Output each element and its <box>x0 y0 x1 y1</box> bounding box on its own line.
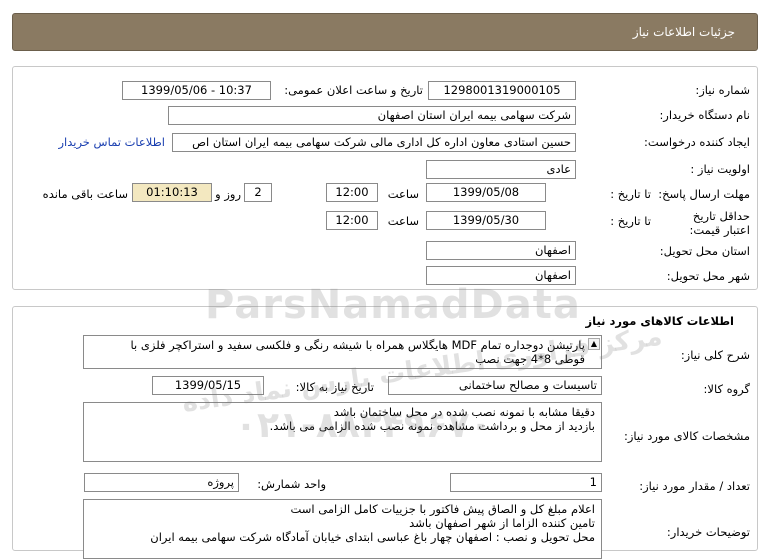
deadline-to-date-label: تا تاریخ : <box>610 187 651 201</box>
need-date-field: 1399/05/15 <box>152 376 264 395</box>
city-field: اصفهان <box>426 266 576 285</box>
goods-spec-label: مشخصات کالای مورد نیاز: <box>623 429 750 443</box>
scroll-up-button[interactable]: ▲ <box>588 338 600 350</box>
goods-spec-line: بازدید از محل و برداشت مشاهده نمونه نصب … <box>269 419 595 433</box>
buyer-notes-field: اعلام مبلغ کل و الصاق پیش فاکتور با جزیی… <box>83 499 602 559</box>
deadline-label: مهلت ارسال پاسخ: <box>658 187 750 201</box>
remaining-time-field: 01:10:13 <box>132 183 212 202</box>
unit-label: واحد شمارش: <box>257 477 326 491</box>
unit-field: پروژه <box>84 473 239 492</box>
deadline-date-field: 1399/05/08 <box>426 183 546 202</box>
province-field: اصفهان <box>426 241 576 260</box>
page-title: جزئیات اطلاعات نیاز <box>632 25 735 39</box>
validity-time-label: ساعت <box>387 214 419 228</box>
goods-group-field: تاسیسات و مصالح ساختمانی <box>388 376 602 395</box>
buyer-notes-line: تامین کننده الزاما از شهر اصفهان باشد <box>409 516 595 530</box>
validity-label: حداقل تاریخ اعتبار قیمت: <box>689 209 751 237</box>
creator-label: ایجاد کننده درخواست: <box>644 135 750 149</box>
days-label: روز و <box>215 187 241 201</box>
announce-date-field: 1399/05/06 - 10:37 <box>122 81 271 100</box>
goods-spec-line: دقیقا مشابه با نمونه نصب شده در محل ساخت… <box>333 405 595 419</box>
city-label: شهر محل تحویل: <box>666 269 750 283</box>
need-description-field: پارتیشن دوجداره تمام MDF هایگلاس همراه ب… <box>83 335 602 369</box>
buyer-name-label: نام دستگاه خریدار: <box>659 108 750 122</box>
priority-label: اولویت نیاز : <box>690 162 750 176</box>
need-description-line: پارتیشن دوجداره تمام MDF هایگلاس همراه ب… <box>130 338 586 352</box>
buyer-notes-line: محل تحویل و نصب : اصفهان چهار باغ عباسی … <box>150 530 595 544</box>
goods-spec-field: دقیقا مشابه با نمونه نصب شده در محل ساخت… <box>83 402 602 462</box>
province-label: استان محل تحویل: <box>659 244 750 258</box>
page-header: جزئیات اطلاعات نیاز <box>12 13 758 51</box>
quantity-label: تعداد / مقدار مورد نیاز: <box>639 479 750 493</box>
remaining-label: ساعت باقی مانده <box>42 187 128 201</box>
goods-group-label: گروه کالا: <box>703 382 750 396</box>
buyer-notes-line: اعلام مبلغ کل و الصاق پیش فاکتور با جزیی… <box>290 502 595 516</box>
buyer-contact-link[interactable]: اطلاعات تماس خریدار <box>58 135 165 149</box>
validity-to-date-label: تا تاریخ : <box>610 214 651 228</box>
validity-date-field: 1399/05/30 <box>426 211 546 230</box>
goods-section-title: اطلاعات کالاهای مورد نیاز <box>585 314 734 328</box>
need-number-field: 1298001319000105 <box>428 81 576 100</box>
validity-time-field: 12:00 <box>326 211 378 230</box>
buyer-notes-label: توضیحات خریدار: <box>666 525 750 539</box>
deadline-time-label: ساعت <box>387 187 419 201</box>
buyer-name-field: شرکت سهامی بیمه ایران استان اصفهان <box>168 106 576 125</box>
need-number-label: شماره نیاز: <box>695 83 750 97</box>
priority-field: عادی <box>426 160 576 179</box>
announce-date-label: تاریخ و ساعت اعلان عمومی: <box>284 83 423 97</box>
need-description-line: قوطی 8*4 جهت نصب <box>475 352 585 366</box>
remaining-days-field: 2 <box>244 183 272 202</box>
deadline-time-field: 12:00 <box>326 183 378 202</box>
creator-field: حسین استادی معاون اداره کل اداری مالی شر… <box>172 133 576 152</box>
quantity-field: 1 <box>450 473 602 492</box>
need-date-label: تاریخ نیاز به کالا: <box>295 380 374 394</box>
need-description-label: شرح کلی نیاز: <box>680 348 750 362</box>
